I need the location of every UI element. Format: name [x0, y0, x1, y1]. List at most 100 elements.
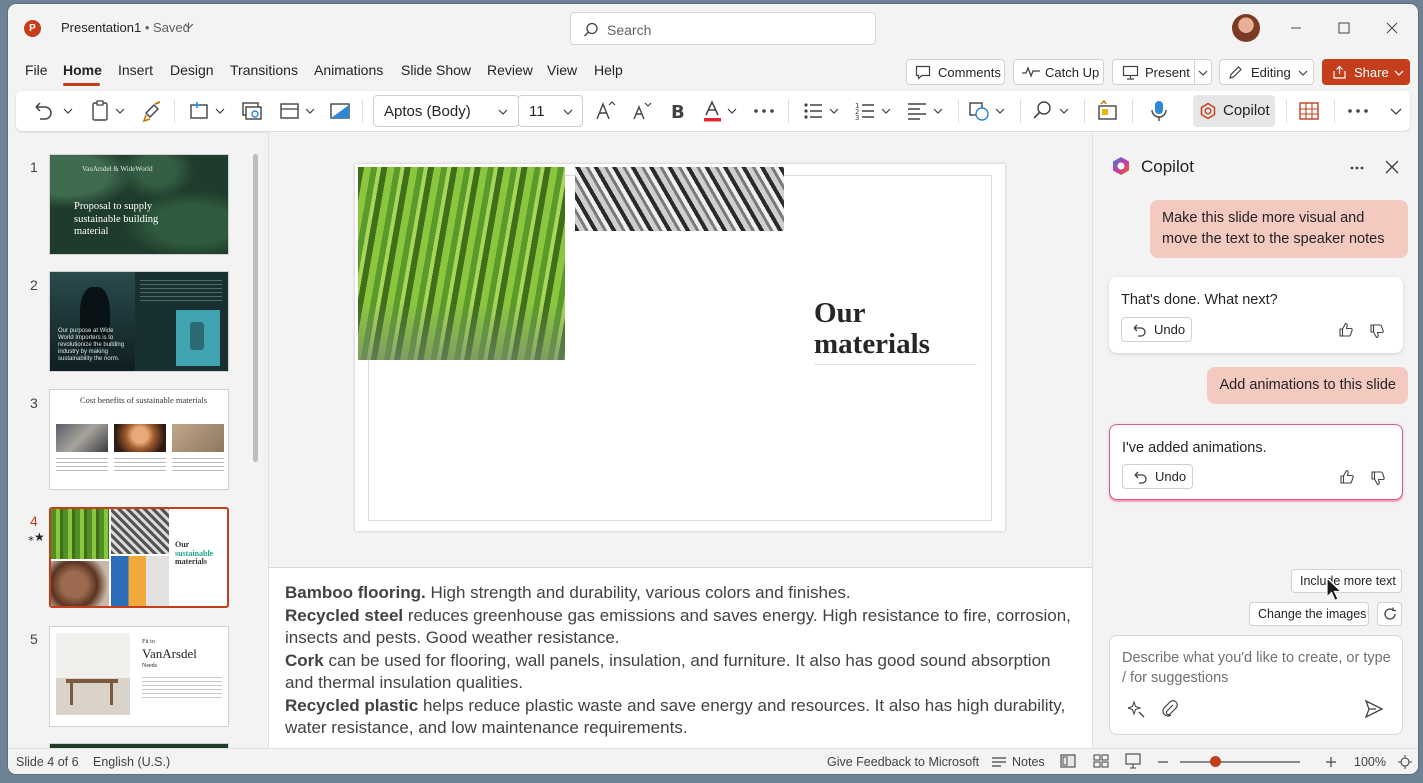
close-pane-icon[interactable]: [1384, 159, 1400, 175]
thumbs-up-icon[interactable]: [1338, 322, 1354, 338]
designer-icon[interactable]: [1096, 99, 1120, 123]
new-slide-icon[interactable]: [188, 99, 228, 123]
undo-icon[interactable]: [30, 99, 76, 123]
undo-button[interactable]: Undo: [1122, 464, 1193, 489]
fit-to-window-icon[interactable]: [1397, 754, 1413, 770]
font-color-icon[interactable]: [702, 99, 742, 123]
add-ins-icon[interactable]: [1298, 99, 1320, 123]
font-family-select[interactable]: Aptos (Body): [373, 95, 519, 127]
tab-home[interactable]: Home: [63, 62, 102, 78]
thumbs-up-icon[interactable]: [1339, 469, 1355, 485]
note-bold: Recycled plastic: [285, 695, 419, 715]
tab-slide-show[interactable]: Slide Show: [401, 62, 471, 78]
search-input[interactable]: Search: [570, 12, 876, 45]
assistant-message-text: That's done. What next?: [1121, 292, 1278, 308]
reading-view-icon[interactable]: [1125, 753, 1141, 769]
find-icon[interactable]: [1032, 99, 1072, 123]
ribbon-expand-chevron-icon[interactable]: [1388, 105, 1404, 119]
document-title[interactable]: Presentation1 • Saved: [61, 20, 190, 35]
font-size-select[interactable]: 11: [518, 95, 583, 127]
slide-5-title-line2: VanArsdel: [142, 646, 197, 661]
thumbs-down-icon[interactable]: [1369, 323, 1385, 339]
layout-icon[interactable]: [278, 99, 318, 123]
slide-thumbnail-2[interactable]: Our purpose at Wide World Importers is t…: [49, 271, 229, 372]
reuse-slides-icon[interactable]: [240, 99, 264, 123]
more-options-icon[interactable]: [1349, 160, 1365, 176]
microphone-icon[interactable]: [1148, 99, 1170, 123]
zoom-out-icon[interactable]: [1156, 755, 1170, 769]
tab-file[interactable]: File: [25, 62, 48, 78]
normal-view-icon[interactable]: [1060, 754, 1076, 768]
tab-help[interactable]: Help: [594, 62, 623, 78]
increase-font-icon[interactable]: [594, 99, 616, 123]
close-icon[interactable]: [1382, 18, 1402, 38]
shapes-icon[interactable]: [968, 99, 1008, 123]
numbering-icon[interactable]: 123: [854, 99, 894, 123]
svg-text:3: 3: [855, 114, 859, 122]
prompt-guide-sparkle-icon[interactable]: [1128, 700, 1146, 718]
tab-insert[interactable]: Insert: [118, 62, 153, 78]
minimize-icon[interactable]: [1286, 18, 1306, 38]
present-button[interactable]: Present: [1112, 59, 1212, 85]
user-message: Make this slide more visual and move the…: [1150, 200, 1408, 258]
current-slide[interactable]: Our materials: [355, 164, 1005, 531]
more-options-icon[interactable]: [1346, 99, 1370, 123]
feedback-link[interactable]: Give Feedback to Microsoft: [827, 755, 979, 769]
tab-review[interactable]: Review: [487, 62, 533, 78]
suggestion-include-more-text[interactable]: Include more text: [1291, 569, 1402, 593]
bold-icon[interactable]: B: [668, 99, 686, 123]
share-button[interactable]: Share: [1322, 59, 1410, 85]
more-icon[interactable]: [752, 99, 776, 123]
picture-icon[interactable]: [328, 99, 352, 123]
tab-design[interactable]: Design: [170, 62, 214, 78]
refresh-suggestions-button[interactable]: [1377, 602, 1402, 626]
zoom-slider-track[interactable]: [1180, 761, 1300, 763]
format-painter-icon[interactable]: [142, 99, 164, 123]
paste-icon[interactable]: [90, 99, 130, 123]
chevron-down-icon: [563, 109, 573, 115]
comments-button[interactable]: Comments: [906, 59, 1005, 85]
bullets-icon[interactable]: [802, 99, 842, 123]
align-icon[interactable]: [906, 99, 946, 123]
undo-button[interactable]: Undo: [1121, 317, 1192, 342]
thumbnails-scrollbar[interactable]: [253, 154, 258, 462]
avatar[interactable]: [1232, 14, 1260, 42]
slide-title[interactable]: Our materials: [814, 298, 930, 360]
chevron-down-icon[interactable]: [1198, 69, 1208, 77]
zoom-slider-thumb[interactable]: [1210, 756, 1221, 767]
slide-thumbnail-1[interactable]: VanArsdel & WideWorld Proposal to supply…: [49, 154, 229, 255]
bamboo-image[interactable]: [358, 167, 565, 360]
slide-thumbnail-5[interactable]: Fit to VanArsdel Needs: [49, 626, 229, 727]
tab-transitions[interactable]: Transitions: [230, 62, 298, 78]
mouse-cursor-icon: [1326, 577, 1343, 602]
slide-sorter-icon[interactable]: [1093, 754, 1109, 768]
zoom-in-icon[interactable]: [1324, 755, 1338, 769]
notes-toggle[interactable]: Notes: [1012, 755, 1045, 769]
editing-mode-button[interactable]: Editing: [1219, 59, 1314, 85]
suggestion-change-the-images[interactable]: Change the images: [1249, 602, 1369, 626]
note-bold: Bamboo flooring.: [285, 583, 426, 602]
tab-view[interactable]: View: [547, 62, 577, 78]
slide-thumbnail-3[interactable]: Cost benefits of sustainable materials: [49, 389, 229, 490]
copilot-button[interactable]: Copilot: [1193, 95, 1275, 127]
attach-icon[interactable]: [1161, 700, 1179, 718]
decrease-font-icon[interactable]: [630, 99, 652, 123]
copilot-prompt-input[interactable]: Describe what you'd like to create, or t…: [1109, 635, 1403, 735]
catch-up-button[interactable]: Catch Up: [1013, 59, 1104, 85]
zoom-level[interactable]: 100%: [1354, 755, 1386, 769]
tab-animations[interactable]: Animations: [314, 62, 383, 78]
steel-image[interactable]: [575, 167, 784, 231]
send-icon[interactable]: [1364, 699, 1384, 719]
speaker-notes[interactable]: Bamboo flooring. High strength and durab…: [269, 567, 1092, 748]
thumbs-down-icon[interactable]: [1370, 470, 1386, 486]
slide-thumbnail-4[interactable]: Our sustainable materials: [49, 507, 229, 608]
maximize-icon[interactable]: [1334, 18, 1354, 38]
language-indicator[interactable]: English (U.S.): [93, 755, 170, 769]
refresh-icon: [1384, 607, 1396, 620]
chevron-down-icon[interactable]: [184, 21, 194, 31]
notes-icon: [992, 757, 1006, 767]
slide-thumbnails-panel[interactable]: 1 VanArsdel & WideWorld Proposal to supp…: [8, 137, 268, 763]
comments-label: Comments: [938, 65, 1001, 80]
note-text: High strength and durability, various co…: [425, 583, 851, 602]
undo-label: Undo: [1154, 322, 1186, 337]
